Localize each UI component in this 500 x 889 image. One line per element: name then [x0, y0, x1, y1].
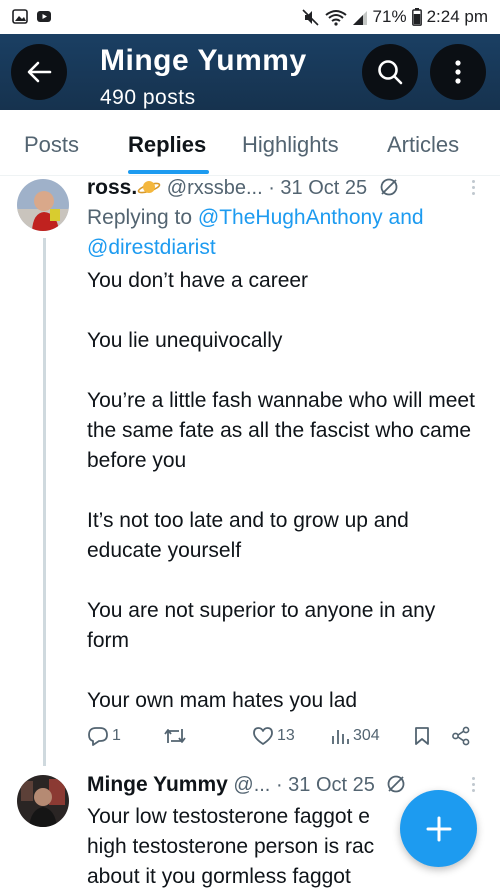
- author-name[interactable]: Minge Yummy: [87, 773, 228, 796]
- profile-name: Minge Yummy: [100, 44, 307, 77]
- heart-icon: [253, 727, 273, 745]
- gallery-icon: [12, 9, 28, 24]
- youtube-icon: [37, 11, 51, 22]
- post-count: 490 posts: [100, 86, 196, 109]
- post-line: about it you gormless faggot: [87, 865, 351, 888]
- post-date[interactable]: · 31 Oct 25: [268, 177, 367, 199]
- avatar-image: [17, 775, 69, 827]
- battery-icon: [411, 8, 422, 26]
- tab-replies[interactable]: Replies: [128, 132, 206, 158]
- bookmark-icon: [415, 727, 429, 745]
- like-button[interactable]: 13: [252, 726, 295, 746]
- post-header: ross. @rxssbe... · 31 Oct 25: [87, 176, 399, 200]
- status-system-indicators: 71% 2:24 pm: [301, 7, 488, 27]
- post-text: You don’t have a career You lie unequivo…: [87, 266, 482, 746]
- views-button[interactable]: 304: [330, 726, 380, 746]
- tab-highlights[interactable]: Highlights: [242, 132, 339, 158]
- like-count: 13: [277, 727, 295, 744]
- post-paragraph: You’re a little fash wannabe who will me…: [87, 389, 475, 472]
- post-header: Minge Yummy @... · 31 Oct 25: [87, 773, 406, 797]
- post-date[interactable]: · 31 Oct 25: [276, 774, 375, 796]
- more-options-button[interactable]: [430, 44, 486, 100]
- post-paragraph: You are not superior to anyone in any fo…: [87, 599, 436, 652]
- wifi-icon: [324, 9, 347, 26]
- tab-posts[interactable]: Posts: [24, 132, 79, 158]
- search-icon: [378, 60, 403, 85]
- plus-icon: [426, 816, 451, 841]
- mention-link[interactable]: @TheHughAnthony: [198, 206, 383, 229]
- reply-icon: [88, 727, 108, 746]
- post-menu-button[interactable]: [472, 777, 478, 792]
- signal-icon: [352, 10, 367, 25]
- battery-percent: 71%: [372, 7, 407, 26]
- post-paragraph: Your own mam hates you lad: [87, 689, 358, 712]
- tab-articles[interactable]: Articles: [387, 132, 459, 158]
- mention-link[interactable]: @direstdiarist: [87, 236, 216, 259]
- repost-button[interactable]: [163, 726, 190, 746]
- arrow-left-icon: [27, 61, 52, 83]
- active-tab-indicator: [128, 170, 209, 174]
- avatar-image: [17, 179, 69, 231]
- avatar[interactable]: [17, 775, 69, 827]
- status-notification-icons: [12, 9, 52, 24]
- back-button[interactable]: [11, 44, 67, 100]
- more-vertical-icon: [455, 60, 461, 84]
- replying-to: Replying to @TheHughAnthony and @direstd…: [87, 206, 424, 259]
- view-count: 304: [353, 727, 380, 744]
- post-paragraph: It’s not too late and to grow up and edu…: [87, 509, 409, 562]
- search-button[interactable]: [362, 44, 418, 100]
- analytics-icon: [332, 730, 349, 744]
- clock: 2:24 pm: [426, 7, 488, 26]
- profile-tabs: Posts Replies Highlights Articles: [0, 110, 500, 176]
- thread-line: [43, 238, 46, 766]
- post-paragraph: You lie unequivocally: [87, 329, 283, 352]
- reply-button[interactable]: 1: [87, 726, 121, 746]
- share-icon: [452, 726, 470, 746]
- status-bar: 71% 2:24 pm: [0, 0, 500, 34]
- post-menu-button[interactable]: [472, 180, 478, 195]
- avatar[interactable]: [17, 179, 69, 231]
- author-handle[interactable]: @...: [233, 774, 270, 796]
- author-handle[interactable]: @rxssbe...: [167, 177, 263, 199]
- compose-button[interactable]: [400, 790, 477, 867]
- grok-icon[interactable]: [379, 177, 399, 197]
- post-paragraph: You don’t have a career: [87, 269, 309, 292]
- planet-emoji-icon: [137, 181, 161, 194]
- author-name[interactable]: ross.: [87, 176, 137, 199]
- grok-icon[interactable]: [386, 774, 406, 794]
- post-actions: 1 13 304: [87, 726, 482, 752]
- share-button[interactable]: [451, 726, 471, 746]
- bookmark-button[interactable]: [413, 726, 431, 746]
- mute-icon: [301, 8, 319, 26]
- profile-header: Minge Yummy 490 posts: [0, 34, 500, 110]
- reply-count: 1: [112, 727, 121, 744]
- repost-icon: [164, 729, 186, 743]
